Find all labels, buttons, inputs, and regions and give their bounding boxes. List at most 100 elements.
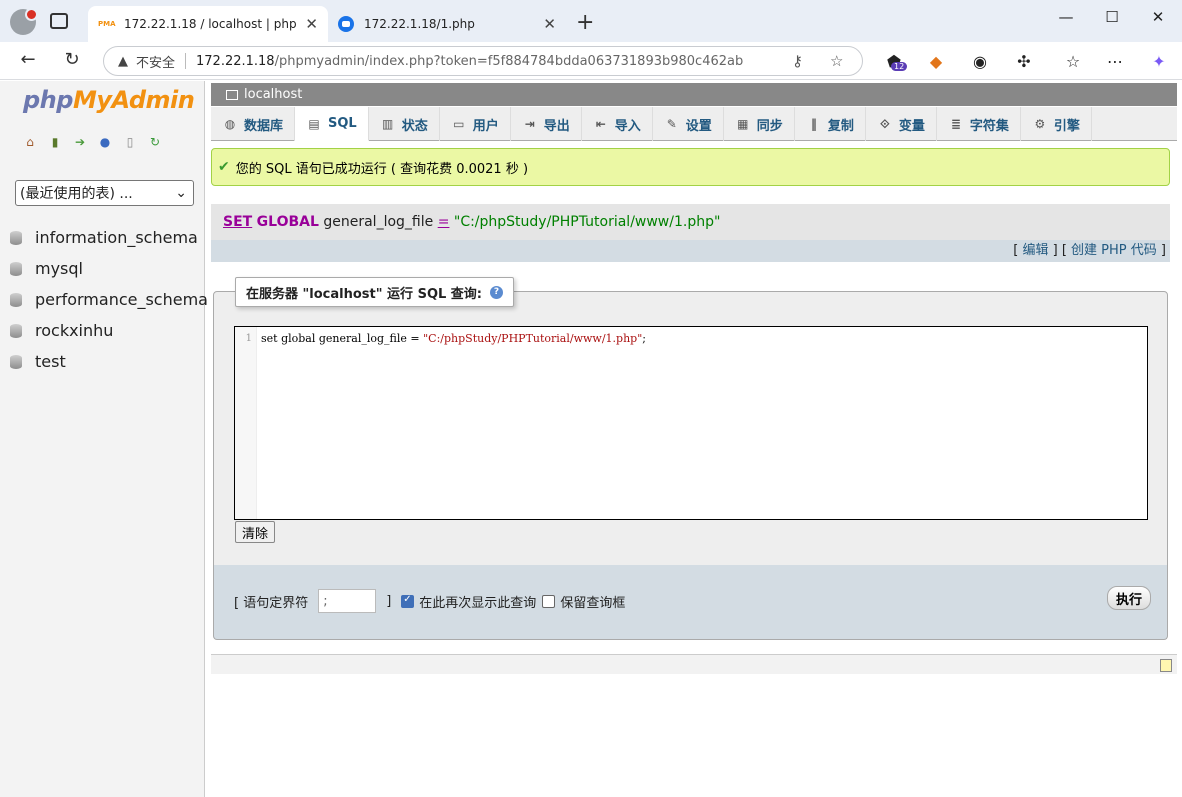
reload-nav-icon[interactable]: ↻: [147, 134, 163, 150]
security-label[interactable]: 不安全: [136, 52, 175, 71]
sql-editor[interactable]: 1 set global general_log_file = "C:/phpS…: [234, 326, 1148, 520]
tab-databases[interactable]: ◍ 数据库: [211, 107, 296, 141]
recent-tables-select[interactable]: (最近使用的表) ... ⌄: [15, 180, 194, 206]
retain-query-label[interactable]: 保留查询框: [560, 592, 625, 611]
logo-php: php: [23, 86, 73, 114]
new-tab-plus-icon[interactable]: +: [576, 10, 594, 35]
more-menu-icon[interactable]: ⋯: [1104, 52, 1126, 72]
wrench-icon: ✎: [666, 117, 677, 131]
copilot-icon[interactable]: ✦: [1148, 52, 1170, 72]
code-string: "C:/phpStudy/PHPTutorial/www/1.php": [423, 332, 643, 345]
phpmyadmin-page: phpMyAdmin ⌂ ▮ ➔ ● ▯ ↻ (最近使用的表) ... ⌄ in…: [0, 81, 1182, 797]
browser-tab-phpmyadmin[interactable]: PMA 172.22.1.18 / localhost | phpMyAdmin…: [88, 6, 328, 42]
favorites-icon[interactable]: ☆: [1062, 52, 1084, 72]
reload-icon[interactable]: ↻: [60, 49, 84, 70]
phpmyadmin-logo[interactable]: phpMyAdmin: [23, 86, 195, 114]
database-name[interactable]: mysql: [35, 259, 83, 278]
navigation-panel: phpMyAdmin ⌂ ▮ ➔ ● ▯ ↻ (最近使用的表) ... ⌄ in…: [0, 81, 208, 797]
star-icon[interactable]: ☆: [830, 52, 843, 70]
tab-actions-icon[interactable]: [50, 13, 68, 29]
browser-tab-1php[interactable]: 172.22.1.18/1.php ✕: [328, 6, 566, 42]
show-again-checkbox[interactable]: [401, 594, 415, 608]
close-icon[interactable]: ✕: [543, 15, 556, 33]
circle-extension-icon[interactable]: ◉: [969, 52, 991, 72]
database-item[interactable]: rockxinhu: [10, 315, 208, 346]
users-icon: ▭: [453, 117, 465, 131]
database-icon: ◍: [224, 117, 236, 131]
sql-string: "C:/phpStudy/PHPTutorial/www/1.php": [453, 214, 721, 230]
address-bar[interactable]: ▲ 不安全 172.22.1.18/phpmyadmin/index.php?t…: [103, 46, 863, 76]
logo-my: My: [72, 86, 112, 114]
home-icon[interactable]: ⌂: [22, 134, 38, 150]
tab-label: 导入: [614, 118, 641, 134]
database-item[interactable]: test: [10, 346, 208, 377]
main-panel: localhost ◍ 数据库 ▤ SQL ▥ 状态 ▭ 用户 ⇥ 导出 ⇤ 导入 ✎ 设置 …: [211, 81, 1177, 797]
clear-button[interactable]: 清除: [235, 521, 276, 543]
recent-tables-value: (最近使用的表) ...: [20, 186, 133, 202]
delimiter-bracket: ]: [386, 593, 392, 609]
database-name[interactable]: information_schema: [35, 228, 198, 247]
database-name[interactable]: test: [35, 352, 66, 371]
query-window-icon[interactable]: ➔: [72, 134, 88, 150]
create-php-code-link[interactable]: 创建 PHP 代码: [1071, 243, 1157, 258]
tab-label: 导出: [543, 118, 570, 134]
minimize-icon[interactable]: —: [1046, 8, 1086, 26]
tab-status[interactable]: ▥ 状态: [369, 107, 440, 141]
url-host: 172.22.1.18: [196, 53, 275, 69]
tab-variables[interactable]: ⟐ 变量: [866, 107, 937, 141]
show-again-label[interactable]: 在此再次显示此查询: [419, 592, 536, 611]
tab-sync[interactable]: ▦ 同步: [724, 107, 795, 141]
window-close-icon[interactable]: ✕: [1138, 8, 1178, 26]
key-icon[interactable]: ⚷: [792, 52, 803, 70]
database-icon: [10, 292, 22, 307]
nav-icon-row: ⌂ ▮ ➔ ● ▯ ↻: [22, 134, 163, 150]
sql-keyword-global: GLOBAL: [256, 214, 319, 230]
database-icon: [10, 323, 22, 338]
tab-users[interactable]: ▭ 用户: [440, 107, 511, 141]
tab-label: 设置: [685, 118, 712, 134]
close-icon[interactable]: ✕: [305, 15, 318, 33]
maximize-icon[interactable]: ☐: [1092, 8, 1132, 26]
retain-query-checkbox[interactable]: [542, 594, 556, 608]
tab-sql[interactable]: ▤ SQL: [295, 107, 369, 141]
go-button[interactable]: 执行: [1107, 586, 1152, 610]
tab-charset[interactable]: ≣ 字符集: [937, 107, 1021, 141]
database-icon: [10, 261, 22, 276]
database-name[interactable]: rockxinhu: [35, 321, 113, 340]
chat-icon: [338, 16, 354, 32]
server-link[interactable]: localhost: [244, 87, 302, 102]
delimiter-input[interactable]: ;: [318, 589, 377, 613]
database-icon: [10, 230, 22, 245]
top-menu: ◍ 数据库 ▤ SQL ▥ 状态 ▭ 用户 ⇥ 导出 ⇤ 导入 ✎ 设置 ▦ 同步 ‖ 复制 ⟐ 变…: [211, 107, 1177, 141]
sql-keyword-set[interactable]: SET: [223, 214, 252, 230]
database-item[interactable]: performance_schema: [10, 284, 208, 315]
code-prefix: set global general_log_file =: [261, 332, 424, 345]
database-item[interactable]: mysql: [10, 253, 208, 284]
database-name[interactable]: performance_schema: [35, 290, 208, 309]
tab-settings[interactable]: ✎ 设置: [653, 107, 724, 141]
back-arrow-icon[interactable]: ←: [16, 49, 40, 70]
console-icon[interactable]: [1160, 659, 1172, 672]
profile-avatar-icon[interactable]: [10, 8, 38, 35]
sql-operator[interactable]: =: [438, 214, 450, 230]
database-item[interactable]: information_schema: [10, 222, 208, 253]
metamask-fox-icon[interactable]: ◆: [925, 52, 947, 72]
tab-label: 数据库: [244, 118, 284, 134]
tab-label: 字符集: [969, 118, 1009, 134]
help-icon[interactable]: ?: [490, 285, 504, 299]
exit-icon[interactable]: ▮: [47, 134, 63, 150]
puzzle-extensions-icon[interactable]: ✣: [1013, 52, 1035, 72]
sync-icon: ▦: [737, 117, 749, 131]
tab-import[interactable]: ⇤ 导入: [582, 107, 653, 141]
tab-label: 状态: [401, 118, 428, 134]
sql-docs-icon[interactable]: ▯: [122, 134, 138, 150]
sql-code[interactable]: set global general_log_file = "C:/phpStu…: [261, 332, 646, 345]
tab-label: 用户: [472, 118, 499, 134]
docs-help-icon[interactable]: ●: [97, 134, 113, 150]
omnibox-divider: [185, 53, 187, 69]
edit-link[interactable]: 编辑: [1022, 243, 1048, 258]
tab-export[interactable]: ⇥ 导出: [511, 107, 582, 141]
tab-replication[interactable]: ‖ 复制: [795, 107, 866, 141]
tab-engines[interactable]: ⚙ 引擎: [1021, 107, 1092, 141]
browser-toolbar: ← ↻ ▲ 不安全 172.22.1.18/phpmyadmin/index.p…: [0, 42, 1182, 80]
